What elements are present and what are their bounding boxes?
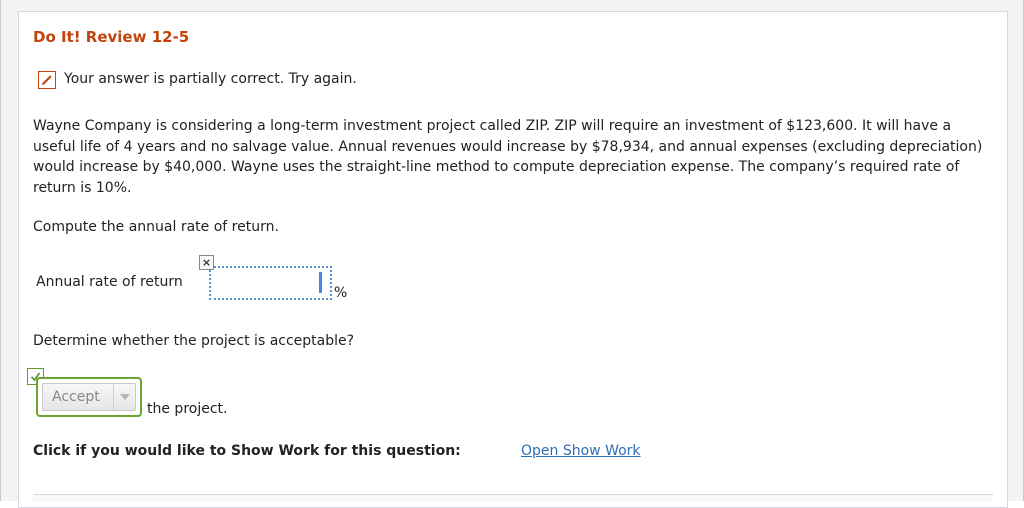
page-title: Do It! Review 12-5 [33, 28, 190, 46]
status-message: Your answer is partially correct. Try ag… [64, 71, 357, 87]
incorrect-x-icon: × [199, 255, 214, 270]
annual-rate-input[interactable] [209, 266, 332, 300]
rate-field-label: Annual rate of return [36, 274, 183, 290]
dropdown-selected-value: Accept [52, 389, 100, 405]
chevron-down-icon[interactable] [113, 384, 135, 410]
text-cursor [319, 272, 322, 293]
open-show-work-link[interactable]: Open Show Work [521, 443, 641, 459]
dropdown-suffix: the project. [147, 401, 228, 417]
percent-unit: % [334, 285, 348, 301]
pencil-icon [38, 71, 56, 89]
accept-reject-dropdown[interactable]: Accept [36, 377, 142, 417]
question-prompt: Compute the annual rate of return. [33, 219, 279, 235]
show-work-label: Click if you would like to Show Work for… [33, 443, 461, 459]
question-prompt-acceptable: Determine whether the project is accepta… [33, 333, 355, 349]
problem-text: Wayne Company is considering a long-term… [33, 118, 983, 196]
dropdown-inner[interactable]: Accept [42, 383, 136, 411]
